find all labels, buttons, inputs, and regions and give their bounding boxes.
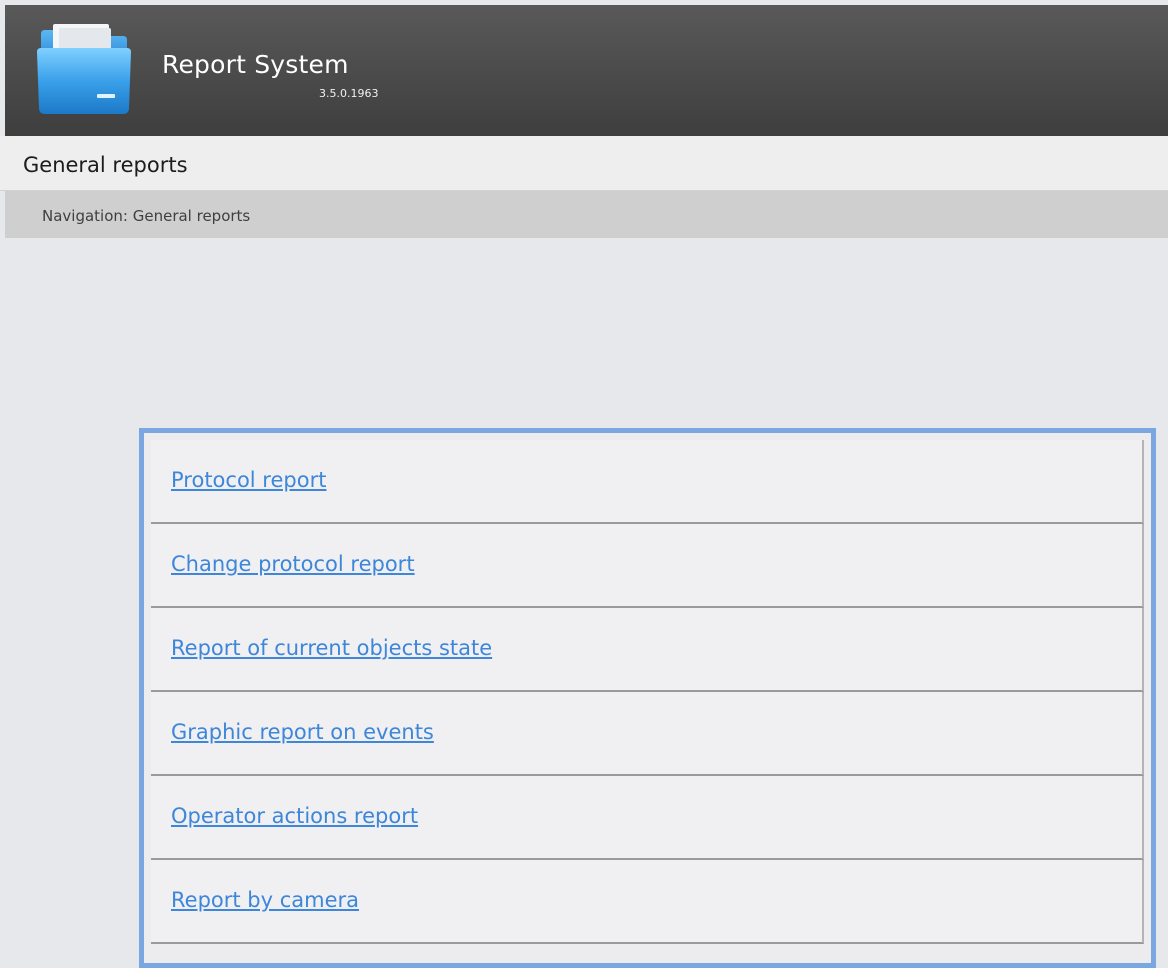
report-item-change-protocol: Change protocol report bbox=[151, 524, 1144, 608]
section-header: General reports bbox=[0, 136, 1168, 191]
camera-report-link[interactable]: Report by camera bbox=[171, 888, 359, 912]
breadcrumb-text: Navigation: General reports bbox=[42, 207, 251, 225]
app-title: Report System bbox=[162, 50, 349, 79]
graphic-events-report-link[interactable]: Graphic report on events bbox=[171, 720, 434, 744]
report-item-operator-actions: Operator actions report bbox=[151, 776, 1144, 860]
report-list-panel: Protocol report Change protocol report R… bbox=[139, 428, 1156, 968]
app-version: 3.5.0.1963 bbox=[319, 87, 379, 100]
page-title: General reports bbox=[23, 153, 188, 177]
report-list: Protocol report Change protocol report R… bbox=[151, 440, 1144, 944]
app-header: Report System 3.5.0.1963 bbox=[5, 5, 1168, 136]
protocol-report-link[interactable]: Protocol report bbox=[171, 468, 326, 492]
report-item-camera: Report by camera bbox=[151, 860, 1144, 944]
report-item-protocol: Protocol report bbox=[151, 440, 1144, 524]
current-objects-state-report-link[interactable]: Report of current objects state bbox=[171, 636, 492, 660]
change-protocol-report-link[interactable]: Change protocol report bbox=[171, 552, 415, 576]
report-item-graphic-events: Graphic report on events bbox=[151, 692, 1144, 776]
operator-actions-report-link[interactable]: Operator actions report bbox=[171, 804, 418, 828]
folder-icon bbox=[37, 24, 131, 114]
report-item-current-objects-state: Report of current objects state bbox=[151, 608, 1144, 692]
breadcrumb: Navigation: General reports bbox=[5, 191, 1168, 238]
